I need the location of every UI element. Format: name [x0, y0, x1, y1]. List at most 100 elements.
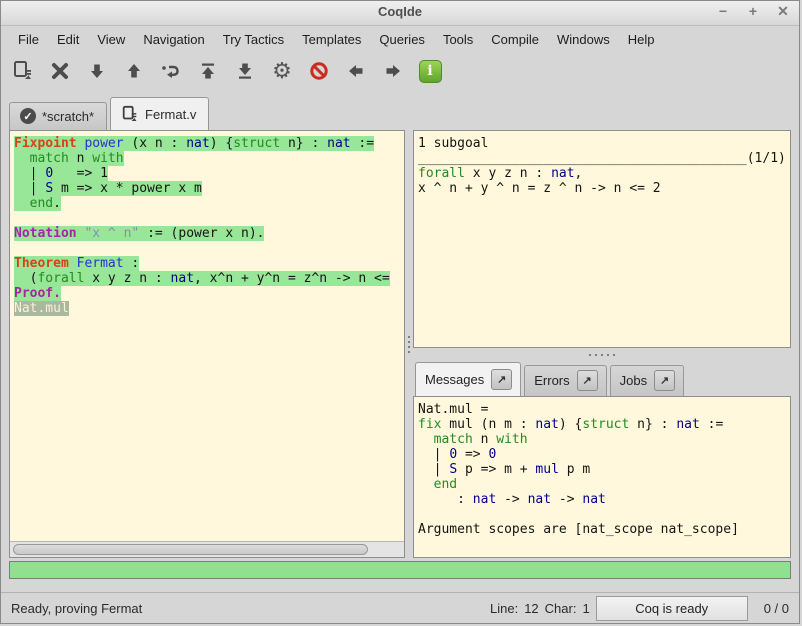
goals-view[interactable]: 1 subgoal_______________________________… [414, 131, 790, 198]
code-line: : nat -> nat -> nat [418, 492, 788, 507]
save-document-button[interactable] [7, 56, 39, 86]
code-line [14, 241, 402, 256]
tab-errors[interactable]: Errors ↗ [524, 365, 606, 396]
right-column: 1 subgoal_______________________________… [413, 130, 791, 558]
detach-button[interactable]: ↗ [577, 370, 598, 391]
menubar: FileEditViewNavigationTry TacticsTemplat… [1, 26, 799, 52]
titlebar[interactable]: CoqIde − + ✕ [1, 1, 799, 26]
tab-messages[interactable]: Messages ↗ [415, 362, 521, 396]
about-button[interactable]: i [414, 56, 446, 86]
code-line: Theorem Fermat : [14, 256, 402, 271]
check-circle-icon: ✓ [20, 108, 36, 124]
code-line: end. [14, 196, 402, 211]
code-line: x ^ n + y ^ n = z ^ n -> n <= 2 [418, 181, 788, 196]
tab-label: Errors [534, 373, 569, 388]
go-to-cursor-icon [160, 61, 182, 81]
menu-item-templates[interactable]: Templates [293, 29, 370, 50]
menu-item-compile[interactable]: Compile [482, 29, 548, 50]
save-document-icon [12, 60, 34, 82]
goals-pane[interactable]: 1 subgoal_______________________________… [413, 130, 791, 348]
code-line: Nat.mul = [418, 402, 788, 417]
maximize-button[interactable]: + [745, 3, 761, 20]
go-to-end-button[interactable] [229, 56, 261, 86]
close-button[interactable]: ✕ [775, 3, 791, 20]
code-line: forall x y z n : nat, [418, 166, 788, 181]
restart-button[interactable] [192, 56, 224, 86]
window-title: CoqIde [1, 4, 799, 19]
tab-scratch[interactable]: ✓ *scratch* [9, 102, 107, 130]
code-line: 1 subgoal [418, 136, 788, 151]
menu-item-tools[interactable]: Tools [434, 29, 482, 50]
code-line: ________________________________________… [418, 151, 788, 166]
line-value: 12 [524, 601, 538, 616]
coqide-window: CoqIde − + ✕ FileEditViewNavigationTry T… [0, 0, 800, 624]
progress-area [1, 558, 799, 592]
char-label: Char: [545, 601, 577, 616]
detach-icon: ↗ [660, 374, 669, 387]
tab-label: Jobs [620, 373, 647, 388]
close-buffer-button[interactable] [44, 56, 76, 86]
menu-item-file[interactable]: File [9, 29, 48, 50]
menu-item-view[interactable]: View [88, 29, 134, 50]
next-button[interactable] [377, 56, 409, 86]
info-icon: i [419, 60, 442, 83]
code-line: | 0 => 1 [14, 166, 402, 181]
vertical-splitter[interactable] [405, 130, 413, 558]
detach-button[interactable]: ↗ [491, 369, 512, 390]
detach-icon: ↗ [583, 374, 592, 387]
gear-icon: ⚙ [272, 61, 292, 81]
session-tabstrip: ✓ *scratch* Fermat.v [1, 90, 799, 130]
script-editor-pane[interactable]: Fixpoint power (x n : nat) {struct n} : … [9, 130, 405, 558]
menu-item-queries[interactable]: Queries [370, 29, 434, 50]
tab-jobs[interactable]: Jobs ↗ [610, 365, 684, 396]
down-arrow-icon [87, 61, 107, 81]
code-line: end [418, 477, 788, 492]
code-line: | S p => m + mul p m [418, 462, 788, 477]
code-line: Notation "x ^ n" := (power x n). [14, 226, 402, 241]
detach-icon: ↗ [497, 373, 506, 386]
menu-item-navigation[interactable]: Navigation [134, 29, 213, 50]
messages-view[interactable]: Nat.mul =fix mul (n m : nat) {struct n} … [414, 397, 790, 539]
main-area: Fixpoint power (x n : nat) {struct n} : … [1, 130, 799, 558]
splitter-grip-icon [589, 354, 615, 356]
code-line: Argument scopes are [nat_scope nat_scope… [418, 522, 788, 537]
tab-fermat[interactable]: Fermat.v [110, 97, 209, 130]
minimize-button[interactable]: − [715, 3, 731, 20]
code-line [14, 211, 402, 226]
close-icon [50, 61, 70, 81]
interrupt-button[interactable] [303, 56, 335, 86]
task-counter: 0 / 0 [754, 601, 789, 616]
code-line: match n with [418, 432, 788, 447]
menu-item-help[interactable]: Help [619, 29, 664, 50]
tab-label: Messages [425, 372, 484, 387]
fully-check-button[interactable]: ⚙ [266, 56, 298, 86]
previous-button[interactable] [340, 56, 372, 86]
go-to-cursor-button[interactable] [155, 56, 187, 86]
menu-item-windows[interactable]: Windows [548, 29, 619, 50]
up-arrow-icon [124, 61, 144, 81]
coq-status: Coq is ready [596, 596, 748, 621]
toolbar: ⚙ i [1, 52, 799, 90]
backward-one-button[interactable] [118, 56, 150, 86]
status-message: Ready, proving Fermat [11, 601, 142, 616]
left-arrow-icon [346, 61, 366, 81]
code-line: Fixpoint power (x n : nat) {struct n} : … [14, 136, 402, 151]
forward-one-button[interactable] [81, 56, 113, 86]
interrupt-icon [309, 61, 329, 81]
horizontal-scrollbar[interactable] [10, 541, 404, 557]
menu-item-edit[interactable]: Edit [48, 29, 88, 50]
code-line: Nat.mul [14, 301, 402, 316]
char-value: 1 [582, 601, 589, 616]
code-editor[interactable]: Fixpoint power (x n : nat) {struct n} : … [10, 131, 404, 541]
splitter-grip-icon [408, 336, 410, 353]
line-label: Line: [490, 601, 518, 616]
messages-notebook: Messages ↗ Errors ↗ Jobs ↗ Nat.mul =fix … [413, 361, 791, 558]
scrollbar-thumb[interactable] [13, 544, 368, 555]
detach-button[interactable]: ↗ [654, 370, 675, 391]
code-line: match n with [14, 151, 402, 166]
code-line: fix mul (n m : nat) {struct n} : nat := [418, 417, 788, 432]
menu-item-try-tactics[interactable]: Try Tactics [214, 29, 293, 50]
messages-pane[interactable]: Nat.mul =fix mul (n m : nat) {struct n} … [413, 396, 791, 558]
horizontal-splitter[interactable] [413, 348, 791, 361]
statusbar: Ready, proving Fermat Line: 12 Char: 1 C… [1, 592, 799, 623]
